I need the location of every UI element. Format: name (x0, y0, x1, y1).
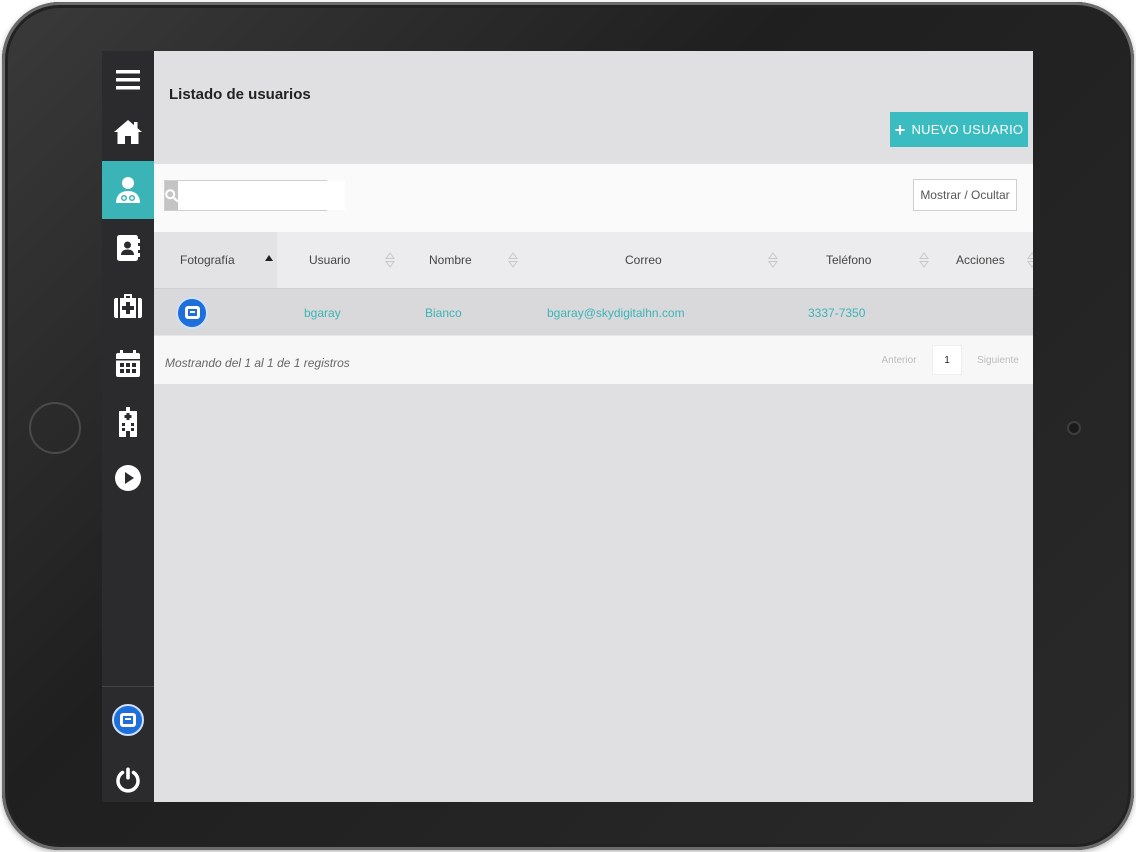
column-header-usuario[interactable]: Usuario (277, 232, 400, 288)
sidebar-item-calendar[interactable] (102, 335, 154, 393)
menu-icon (116, 70, 140, 90)
sort-both-icon (919, 252, 929, 268)
column-label: Acciones (956, 253, 1005, 267)
calendar-icon (116, 350, 140, 377)
table-row[interactable]: bgaray Bianco bgaray@skydigitalhn.com 33… (154, 288, 1033, 335)
medical-kit-icon (114, 294, 142, 318)
column-header-nombre[interactable]: Nombre (400, 232, 523, 288)
play-icon (115, 465, 141, 491)
pagination-next[interactable]: Siguiente (966, 345, 1030, 375)
doctor-user-icon (116, 177, 140, 203)
sidebar-divider (102, 686, 154, 687)
logout-button[interactable] (102, 751, 154, 802)
sidebar-item-home[interactable] (102, 103, 154, 161)
power-icon (116, 767, 140, 793)
building-icon (119, 407, 137, 437)
sidebar-item-videos[interactable] (102, 449, 154, 507)
home-icon (114, 120, 142, 144)
column-label: Usuario (309, 253, 351, 267)
row-acciones[interactable] (954, 289, 1024, 336)
column-header-acciones[interactable]: Acciones (933, 232, 1033, 288)
table-info: Mostrando del 1 al 1 de 1 registros (165, 356, 350, 370)
row-correo[interactable]: bgaray@skydigitalhn.com (547, 289, 767, 336)
menu-toggle-button[interactable] (102, 51, 154, 109)
sort-both-icon (1027, 252, 1033, 268)
contact-book-icon (117, 235, 140, 261)
tablet-home-button (29, 402, 81, 454)
sort-both-icon (768, 252, 778, 268)
column-header-correo[interactable]: Correo (523, 232, 780, 288)
column-label: Fotografía (180, 253, 235, 267)
sort-both-icon (508, 252, 518, 268)
row-telefono[interactable]: 3337-7350 (808, 289, 928, 336)
column-label: Teléfono (826, 253, 872, 267)
plus-icon: + (894, 119, 906, 140)
show-hide-columns-button[interactable]: Mostrar / Ocultar (913, 179, 1017, 211)
column-header-fotografia[interactable]: Fotografía (154, 232, 277, 288)
sidebar-item-hospital[interactable] (102, 393, 154, 451)
new-user-button[interactable]: + NUEVO USUARIO (890, 112, 1028, 147)
column-label: Nombre (429, 253, 472, 267)
sort-both-icon (385, 252, 395, 268)
search-icon (165, 189, 178, 202)
new-user-button-label: NUEVO USUARIO (911, 122, 1024, 137)
sidebar-item-contacts[interactable] (102, 219, 154, 277)
row-nombre[interactable]: Bianco (425, 289, 525, 336)
user-avatar-button[interactable] (102, 691, 154, 749)
app-logo-icon (112, 704, 144, 736)
table-toolbar: Mostrar / Ocultar (154, 164, 1033, 232)
app-screen: Listado de usuarios + NUEVO USUARIO Most… (102, 51, 1033, 802)
search-button[interactable] (165, 181, 178, 210)
users-table-panel: Mostrar / Ocultar Fotografía Usuario Nom… (154, 164, 1033, 384)
row-photo-cell (176, 289, 236, 336)
tablet-camera (1067, 421, 1081, 435)
table-footer: Mostrando del 1 al 1 de 1 registros Ante… (154, 335, 1033, 384)
page-title: Listado de usuarios (169, 86, 311, 103)
row-usuario[interactable]: bgaray (304, 289, 404, 336)
search-box (164, 180, 345, 211)
column-header-telefono[interactable]: Teléfono (780, 232, 933, 288)
app-logo-icon (176, 296, 208, 329)
table-header: Fotografía Usuario Nombre Correo Teléfon… (154, 232, 1033, 288)
pagination-previous[interactable]: Anterior (870, 345, 928, 375)
sidebar-item-users[interactable] (102, 161, 154, 219)
sidebar-item-medical[interactable] (102, 277, 154, 335)
pagination-page-current[interactable]: 1 (932, 345, 962, 375)
sort-asc-icon (265, 255, 273, 261)
column-label: Correo (625, 253, 662, 267)
main-content: Listado de usuarios + NUEVO USUARIO Most… (154, 51, 1033, 802)
search-input[interactable] (178, 181, 345, 210)
sidebar (102, 51, 154, 802)
